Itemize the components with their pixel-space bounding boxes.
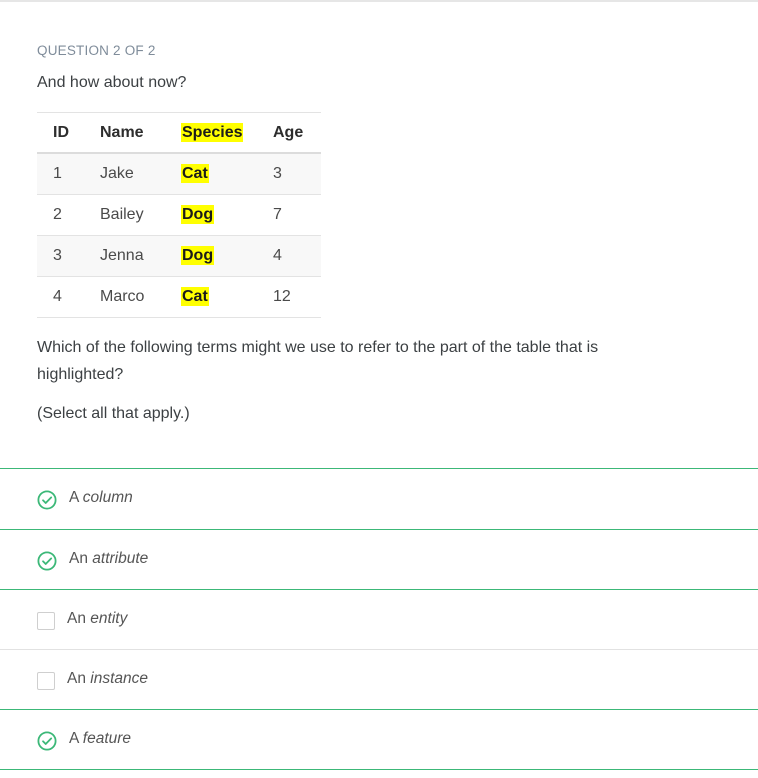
cell-name: Jenna — [100, 247, 144, 264]
option-entity[interactable]: An entity — [0, 590, 758, 650]
cell-species: Dog — [181, 236, 273, 277]
question-counter: QUESTION 2 OF 2 — [37, 43, 156, 58]
table-row: 4 Marco Cat 12 — [37, 277, 321, 318]
table-header-row: ID Name Species Age — [37, 112, 321, 154]
empty-checkbox-icon — [37, 612, 55, 630]
check-circle-icon — [37, 731, 57, 751]
option-label: A feature — [69, 730, 131, 748]
option-term: feature — [82, 730, 132, 747]
question-prompt: And how about now? — [37, 74, 187, 91]
header-species: Species — [181, 113, 273, 154]
option-term: instance — [90, 670, 149, 687]
option-term: column — [82, 489, 133, 506]
highlighted-cell: Dog — [181, 246, 215, 265]
empty-checkbox-icon — [37, 672, 55, 690]
option-prefix: An — [67, 670, 86, 687]
option-label: An entity — [67, 610, 127, 628]
option-divider — [0, 769, 758, 770]
cell-name: Marco — [100, 288, 145, 305]
cell-id: 4 — [53, 288, 62, 305]
cell-name: Bailey — [100, 206, 144, 223]
highlighted-header: Species — [181, 122, 244, 142]
top-divider — [0, 0, 758, 2]
cell-name: Jake — [100, 165, 134, 182]
option-prefix: A — [69, 730, 79, 747]
cell-age: 3 — [273, 165, 282, 182]
cell-species: Cat — [181, 153, 273, 195]
followup-question: Which of the following terms might we us… — [37, 339, 599, 383]
highlighted-cell: Cat — [181, 164, 209, 183]
select-all-hint: (Select all that apply.) — [37, 405, 190, 422]
header-name: Name — [100, 123, 144, 141]
option-label: An attribute — [69, 550, 148, 568]
option-attribute[interactable]: An attribute — [0, 530, 758, 590]
option-prefix: An — [69, 550, 88, 567]
header-age: Age — [273, 123, 304, 141]
pets-table: ID Name Species Age 1 Jake Cat 3 2 Baile… — [37, 112, 321, 318]
option-prefix: An — [67, 610, 86, 627]
option-label: A column — [69, 489, 133, 507]
option-prefix: A — [69, 489, 79, 506]
option-feature[interactable]: A feature — [0, 710, 758, 770]
option-column[interactable]: A column — [0, 469, 758, 529]
table-row: 3 Jenna Dog 4 — [37, 235, 321, 277]
highlighted-cell: Cat — [181, 287, 209, 306]
cell-id: 2 — [53, 206, 62, 223]
cell-age: 7 — [273, 206, 282, 223]
option-term: attribute — [92, 550, 149, 567]
option-instance[interactable]: An instance — [0, 650, 758, 710]
cell-id: 3 — [53, 247, 62, 264]
option-term: entity — [90, 610, 128, 627]
cell-age: 12 — [273, 288, 291, 305]
highlighted-cell: Dog — [181, 205, 215, 224]
option-label: An instance — [67, 670, 148, 688]
cell-id: 1 — [53, 165, 62, 182]
cell-species: Cat — [181, 277, 273, 318]
table-row: 2 Bailey Dog 7 — [37, 195, 321, 236]
check-circle-icon — [37, 551, 57, 571]
check-circle-icon — [37, 490, 57, 510]
cell-species: Dog — [181, 195, 273, 236]
table-row: 1 Jake Cat 3 — [37, 153, 321, 195]
cell-age: 4 — [273, 247, 282, 264]
header-id: ID — [53, 123, 69, 141]
